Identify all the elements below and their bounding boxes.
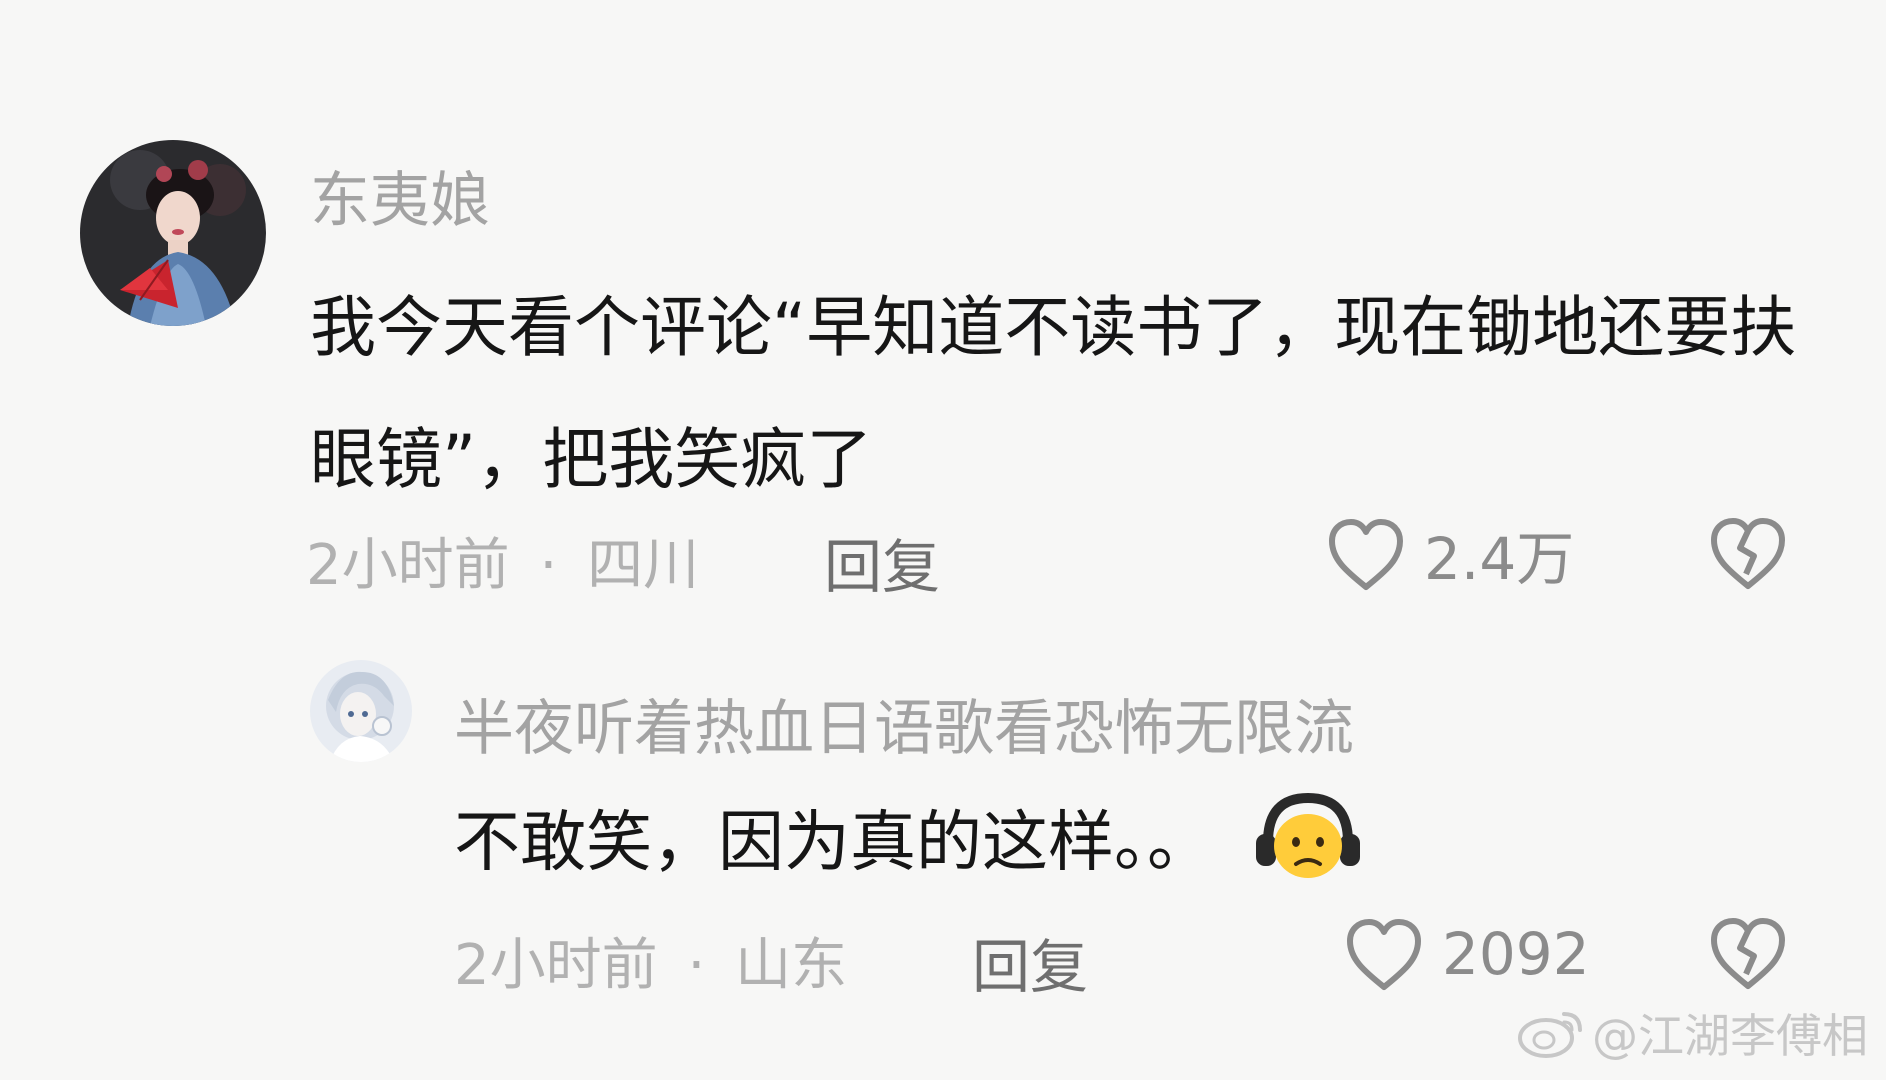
like-button[interactable]: 2.4万: [1326, 514, 1574, 594]
weibo-logo-icon: [1518, 1012, 1582, 1058]
comment-text: 不敢笑，因为真的这样。。: [454, 790, 1364, 903]
reply-button[interactable]: 回复: [824, 520, 940, 604]
heart-outline-icon: [1347, 919, 1421, 990]
username[interactable]: 半夜听着热血日语歌看恐怖无限流: [454, 680, 1354, 767]
headphones-face-emoji: [1252, 790, 1364, 903]
timestamp: 2小时前: [454, 933, 658, 998]
username[interactable]: 东夷娘: [310, 152, 490, 239]
dislike-button[interactable]: [1708, 516, 1788, 594]
heart-outline-icon: [1329, 519, 1403, 590]
woman-with-fan-avatar: [80, 140, 266, 326]
comment-text: 我今天看个评论“早知道不读书了，现在锄地还要扶眼镜”，把我笑疯了: [310, 289, 1797, 498]
meta-separator: ·: [687, 933, 706, 998]
comment-text-content: 不敢笑，因为真的这样。。: [454, 803, 1213, 881]
timestamp: 2小时前: [306, 533, 510, 598]
broken-heart-icon: [1711, 918, 1785, 989]
watermark: @江湖李傅相: [1516, 1000, 1868, 1066]
like-button[interactable]: 2092: [1344, 914, 1590, 994]
watermark-text: @江湖李傅相: [1592, 1009, 1868, 1063]
reply-button[interactable]: 回复: [972, 920, 1088, 1004]
like-count: 2092: [1442, 920, 1590, 988]
user-avatar[interactable]: [80, 140, 266, 326]
user-avatar[interactable]: [310, 660, 412, 762]
location: 四川: [587, 533, 700, 598]
meta-separator: ·: [539, 533, 558, 598]
like-count: 2.4万: [1424, 525, 1575, 593]
dislike-button[interactable]: [1708, 916, 1788, 994]
broken-heart-icon: [1711, 518, 1785, 589]
comment-meta: 2小时前 · 四川: [306, 520, 699, 601]
location: 山东: [735, 933, 848, 998]
anime-girl-avatar: [310, 660, 412, 762]
comment-meta: 2小时前 · 山东: [454, 920, 847, 1001]
